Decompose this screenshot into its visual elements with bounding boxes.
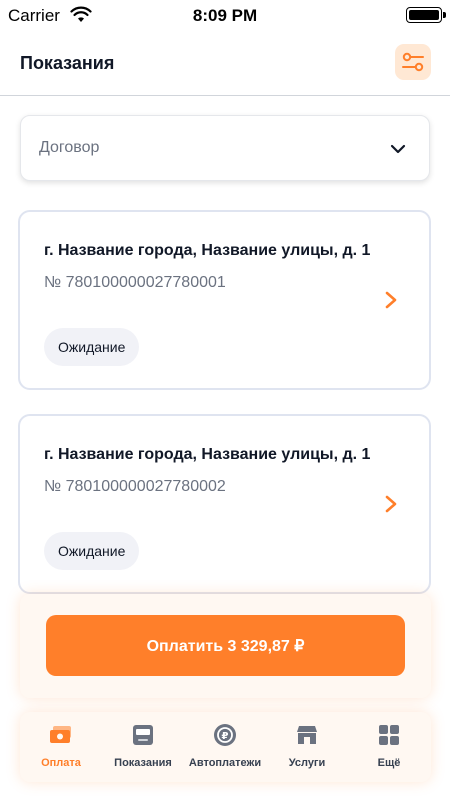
status-bar: Carrier 8:09 PM: [0, 0, 450, 30]
grid-icon: [379, 725, 399, 745]
tab-readings[interactable]: Показания: [102, 712, 184, 782]
clock: 8:09 PM: [192, 6, 258, 25]
pay-panel: Оплатить 3 329,87 ₽: [20, 594, 431, 698]
chevron-right-icon: [385, 495, 397, 513]
card-address: г. Название города, Название улицы, д. 1: [44, 242, 371, 259]
autopay-icon: ₽: [214, 724, 236, 746]
tab-services[interactable]: Услуги: [266, 712, 348, 782]
card-account-number: № 780100000027780001: [44, 274, 226, 291]
contract-dropdown[interactable]: Договор: [20, 115, 430, 181]
page-title: Показания: [20, 53, 115, 73]
svg-text:₽: ₽: [222, 731, 229, 742]
meter-card[interactable]: г. Название города, Название улицы, д. 1…: [18, 210, 431, 390]
card-address: г. Название города, Название улицы, д. 1: [44, 446, 371, 463]
tab-payment[interactable]: Оплата: [20, 712, 102, 782]
tab-autopay[interactable]: ₽ Автоплатежи: [184, 712, 266, 782]
chevron-right-icon: [385, 291, 397, 309]
pay-button[interactable]: Оплатить 3 329,87 ₽: [46, 615, 405, 676]
battery-icon: [406, 7, 446, 23]
header: Показания: [0, 30, 450, 96]
meter-card[interactable]: г. Название города, Название улицы, д. 1…: [18, 414, 431, 594]
chevron-down-icon: [390, 144, 406, 154]
filter-button[interactable]: [395, 44, 431, 80]
meter-icon: [133, 725, 153, 745]
payment-icon: [50, 726, 71, 743]
store-icon: [297, 726, 317, 744]
card-account-number: № 780100000027780002: [44, 478, 226, 495]
status-badge: Ожидание: [44, 328, 140, 366]
status-badge: Ожидание: [44, 532, 140, 570]
filter-icon: [402, 52, 424, 72]
tab-label: Ещё: [377, 757, 401, 769]
tab-more[interactable]: Ещё: [348, 712, 430, 782]
tab-bar: Оплата Показания ₽ Автоплатежи Услуги Ещ…: [20, 712, 431, 782]
contract-dropdown-label: Договор: [39, 139, 100, 156]
